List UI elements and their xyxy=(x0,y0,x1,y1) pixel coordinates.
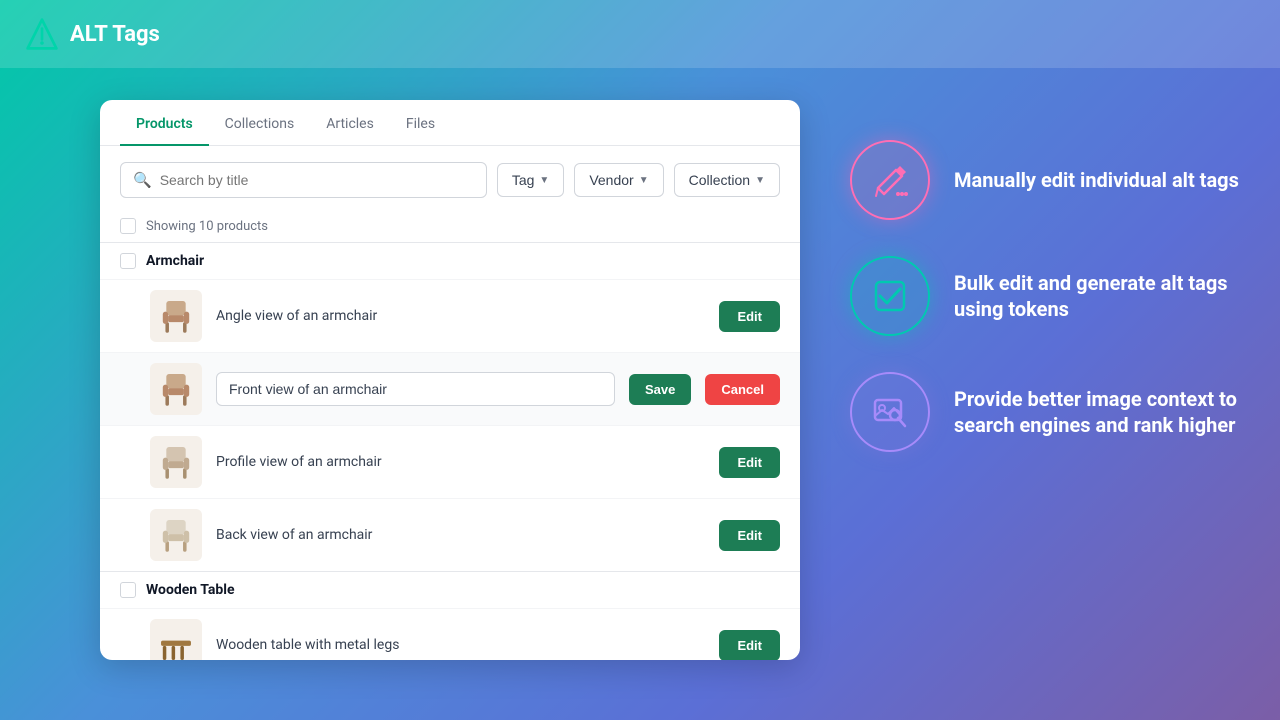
product-alt-text: Wooden table with metal legs xyxy=(216,637,705,653)
chair-icon xyxy=(154,294,198,338)
product-thumbnail xyxy=(150,509,202,561)
group-armchair: Armchair xyxy=(100,242,800,279)
tabs-container: Products Collections Articles Files xyxy=(100,100,800,146)
tab-articles[interactable]: Articles xyxy=(310,100,390,146)
chevron-down-icon: ▼ xyxy=(639,175,649,186)
table-icon xyxy=(154,623,198,660)
showing-row: Showing 10 products xyxy=(100,214,800,242)
search-icon: 🔍 xyxy=(133,171,152,189)
pencil-icon xyxy=(870,160,910,200)
group-wooden-table-checkbox[interactable] xyxy=(120,582,136,598)
showing-count: Showing 10 products xyxy=(146,219,268,234)
save-button[interactable]: Save xyxy=(629,374,691,405)
features-panel: Manually edit individual alt tags Bulk e… xyxy=(850,140,1250,452)
table-row: Angle view of an armchair Edit xyxy=(100,279,800,352)
alt-text-input[interactable] xyxy=(216,372,615,406)
feature-bulk-edit-text: Bulk edit and generate alt tags using to… xyxy=(954,270,1250,322)
tag-filter-button[interactable]: Tag ▼ xyxy=(497,163,564,197)
app-title: ALT Tags xyxy=(70,22,160,47)
group-armchair-label: Armchair xyxy=(146,253,204,269)
edit-button[interactable]: Edit xyxy=(719,301,780,332)
group-wooden-table-label: Wooden Table xyxy=(146,582,235,598)
edit-button[interactable]: Edit xyxy=(719,447,780,478)
feature-manually-edit-text: Manually edit individual alt tags xyxy=(954,167,1239,193)
table-row: Back view of an armchair Edit xyxy=(100,498,800,571)
table-row: Wooden table with metal legs Edit xyxy=(100,608,800,660)
edit-button[interactable]: Edit xyxy=(719,520,780,551)
search-input[interactable] xyxy=(160,172,474,188)
collection-filter-button[interactable]: Collection ▼ xyxy=(674,163,780,197)
product-alt-text: Angle view of an armchair xyxy=(216,308,705,324)
chair-icon xyxy=(154,367,198,411)
chevron-down-icon: ▼ xyxy=(755,175,765,186)
header: ALT Tags xyxy=(0,0,1280,68)
group-armchair-checkbox[interactable] xyxy=(120,253,136,269)
tab-products[interactable]: Products xyxy=(120,100,209,146)
group-wooden-table: Wooden Table xyxy=(100,571,800,608)
main-panel: Products Collections Articles Files 🔍 Ta… xyxy=(100,100,800,660)
table-row: Profile view of an armchair Edit xyxy=(100,425,800,498)
feature-manually-edit: Manually edit individual alt tags xyxy=(850,140,1250,220)
logo: ALT Tags xyxy=(24,16,160,52)
product-thumbnail xyxy=(150,363,202,415)
chevron-down-icon: ▼ xyxy=(539,175,549,186)
feature-seo-text: Provide better image context to search e… xyxy=(954,386,1250,438)
search-image-icon xyxy=(870,392,910,432)
search-box[interactable]: 🔍 xyxy=(120,162,487,198)
checkmark-icon xyxy=(870,276,910,316)
product-thumbnail xyxy=(150,290,202,342)
table-row: Save Cancel xyxy=(100,352,800,425)
search-row: 🔍 Tag ▼ Vendor ▼ Collection ▼ xyxy=(100,146,800,214)
feature-bulk-edit-icon-circle xyxy=(850,256,930,336)
edit-button[interactable]: Edit xyxy=(719,630,780,661)
chair-icon xyxy=(154,440,198,484)
tab-files[interactable]: Files xyxy=(390,100,451,146)
cancel-button[interactable]: Cancel xyxy=(705,374,780,405)
tab-collections[interactable]: Collections xyxy=(209,100,311,146)
product-alt-text: Back view of an armchair xyxy=(216,527,705,543)
chair-icon xyxy=(154,513,198,557)
select-all-checkbox[interactable] xyxy=(120,218,136,234)
feature-manually-edit-icon-circle xyxy=(850,140,930,220)
vendor-filter-button[interactable]: Vendor ▼ xyxy=(574,163,663,197)
product-alt-text: Profile view of an armchair xyxy=(216,454,705,470)
feature-seo: Provide better image context to search e… xyxy=(850,372,1250,452)
product-thumbnail xyxy=(150,619,202,660)
feature-bulk-edit: Bulk edit and generate alt tags using to… xyxy=(850,256,1250,336)
product-list: Showing 10 products Armchair Angle view … xyxy=(100,214,800,660)
logo-icon xyxy=(24,16,60,52)
feature-seo-icon-circle xyxy=(850,372,930,452)
product-thumbnail xyxy=(150,436,202,488)
